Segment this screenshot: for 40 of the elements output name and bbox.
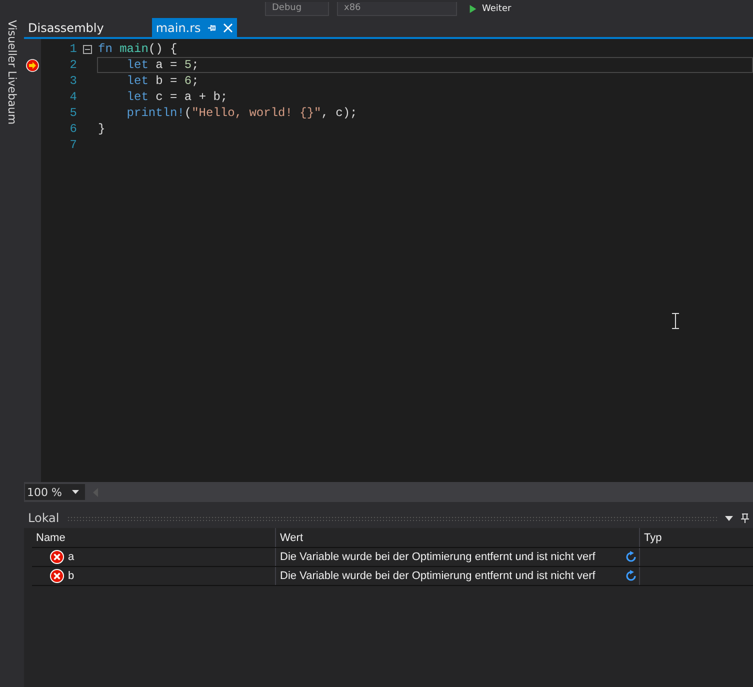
- zoom-dropdown[interactable]: 100 %: [25, 484, 85, 500]
- close-icon[interactable]: [222, 22, 233, 32]
- column-header[interactable]: Wert: [275, 528, 639, 547]
- line-number: 3: [68, 73, 77, 89]
- line-number: 4: [68, 89, 77, 105]
- side-tab[interactable]: Visueller Livebaum: [6, 18, 18, 130]
- continue-button[interactable]: Weiter: [465, 2, 516, 16]
- line-number: 1: [68, 41, 77, 57]
- play-icon: [469, 5, 477, 13]
- code-line: let a = 5;: [126, 58, 199, 72]
- error-icon: [50, 550, 64, 564]
- column-header[interactable]: Typ: [639, 528, 753, 547]
- dropdown-icon[interactable]: [725, 516, 733, 520]
- panel-title: Lokal: [28, 511, 60, 525]
- platform-dropdown[interactable]: x86: [337, 2, 457, 16]
- caret-icon: [72, 490, 79, 494]
- variable-name: b: [68, 570, 74, 582]
- line-number: 5: [68, 105, 77, 121]
- configuration-dropdown[interactable]: Debug: [265, 2, 329, 16]
- code-line: println!("Hello, world! {}", c);: [126, 106, 358, 120]
- column-header[interactable]: Name: [32, 528, 275, 547]
- code-line: }: [98, 122, 106, 136]
- code-line: let b = 6;: [126, 74, 199, 88]
- variable-value: Die Variable wurde bei der Optimierung entfernt und ist nicht verf: [280, 551, 596, 563]
- variable-name: a: [68, 551, 74, 563]
- line-number: 6: [68, 121, 77, 137]
- collapse-icon[interactable]: [82, 44, 92, 54]
- refresh-icon[interactable]: [625, 570, 637, 582]
- code-line: let c = a + b;: [126, 90, 228, 104]
- error-icon: [50, 569, 64, 583]
- document-tab[interactable]: Disassembly: [24, 18, 112, 37]
- pin-icon[interactable]: [741, 513, 749, 523]
- refresh-icon[interactable]: [625, 551, 637, 563]
- variable-value: Die Variable wurde bei der Optimierung entfernt und ist nicht verf: [280, 570, 596, 582]
- text-cursor-icon: [672, 313, 679, 329]
- document-tab[interactable]: main.rs: [152, 18, 237, 37]
- line-number: 7: [68, 137, 77, 153]
- breakpoint-arrow-icon: [26, 58, 39, 72]
- line-number: 2: [68, 57, 77, 73]
- code-line: fn main() {: [98, 42, 178, 56]
